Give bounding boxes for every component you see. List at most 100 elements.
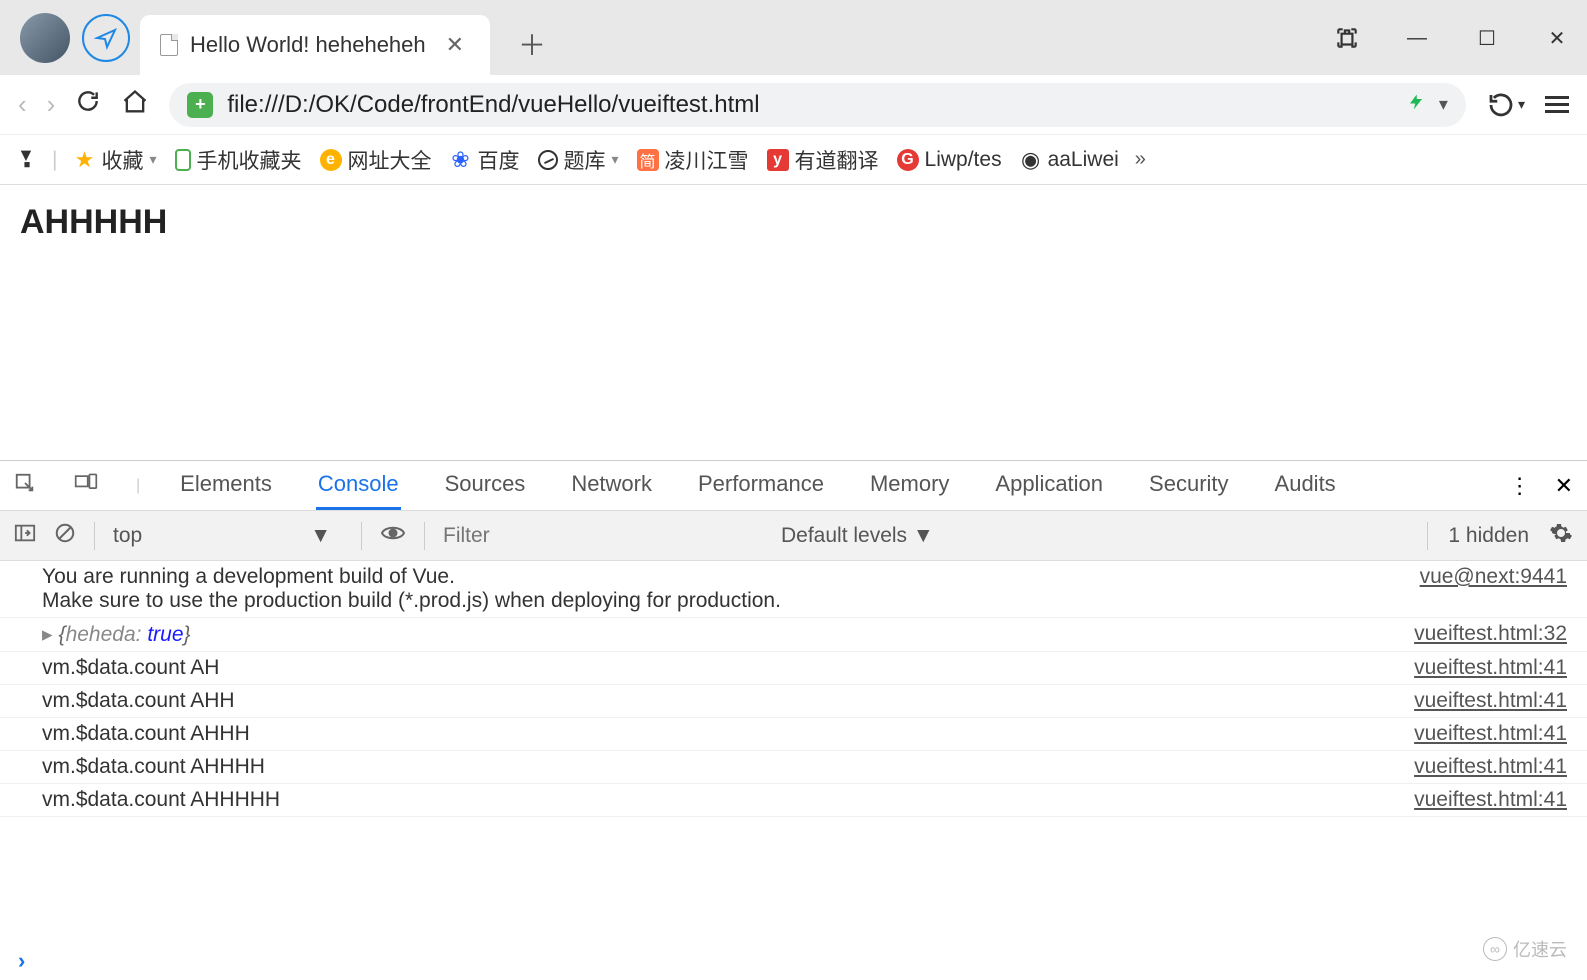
yd-icon: y (767, 149, 789, 171)
bookmark-label: aaLiwei (1048, 148, 1119, 172)
window-controls: — ☐ ✕ (1327, 18, 1577, 58)
360-icon: e (320, 149, 342, 171)
page-content: AHHHHH (0, 185, 1587, 460)
minimize-button[interactable]: — (1397, 18, 1437, 58)
devtools-close-button[interactable]: ✕ (1555, 473, 1573, 499)
devtools-tab-performance[interactable]: Performance (696, 461, 826, 510)
device-toggle-icon[interactable] (74, 472, 98, 500)
tab-close-button[interactable]: ✕ (446, 32, 464, 58)
console-row: vm.$data.count AHH vueiftest.html:41 (0, 685, 1587, 718)
console-message: vm.$data.count AHHHHH (42, 788, 280, 812)
jian-icon: 简 (637, 149, 659, 171)
bookmark-item-6[interactable]: y有道翻译 (767, 145, 879, 175)
devtools-tab-memory[interactable]: Memory (868, 461, 951, 510)
reload-button[interactable] (75, 88, 101, 121)
browser-tab[interactable]: Hello World! heheheheh ✕ (140, 15, 490, 75)
devtools-tab-audits[interactable]: Audits (1273, 461, 1338, 510)
console-source-link[interactable]: vueiftest.html:41 (1414, 689, 1567, 713)
console-message: vm.$data.count AH (42, 656, 219, 680)
console-source-link[interactable]: vueiftest.html:41 (1414, 788, 1567, 812)
bookmark-label: 百度 (478, 145, 520, 175)
url-bar[interactable]: + file:///D:/OK/Code/frontEnd/vueHello/v… (169, 83, 1466, 127)
separator (94, 522, 95, 550)
shield-icon: + (187, 92, 213, 118)
home-button[interactable] (121, 88, 149, 121)
close-window-button[interactable]: ✕ (1537, 18, 1577, 58)
forward-button[interactable]: › (47, 89, 56, 120)
console-source-link[interactable]: vueiftest.html:41 (1414, 755, 1567, 779)
bookmark-label: 收藏 (101, 145, 143, 175)
console-source-link[interactable]: vueiftest.html:41 (1414, 656, 1567, 680)
console-prompt[interactable]: › (0, 942, 1587, 980)
bookmark-label: 凌川江雪 (665, 145, 749, 175)
devtools-tab-console[interactable]: Console (316, 461, 401, 510)
devtools-panel: | Elements Console Sources Network Performan… (0, 460, 1587, 980)
undo-button[interactable]: ▾ (1486, 90, 1525, 120)
console-row: vm.$data.count AHHHH vueiftest.html:41 (0, 751, 1587, 784)
console-row: vm.$data.count AHHH vueiftest.html:41 (0, 718, 1587, 751)
devtools-tab-security[interactable]: Security (1147, 461, 1230, 510)
bookmark-item-5[interactable]: 简凌川江雪 (637, 145, 749, 175)
hidden-count[interactable]: 1 hidden (1448, 524, 1529, 548)
devtools-tab-elements[interactable]: Elements (178, 461, 274, 510)
bookmark-item-7[interactable]: G Liwp/tes (897, 148, 1002, 172)
menu-button[interactable] (1545, 92, 1569, 117)
sidebar-toggle-icon[interactable]: ▸▪ (15, 151, 40, 169)
console-message: vm.$data.count AHHH (42, 722, 250, 746)
clear-console-button[interactable] (54, 522, 76, 550)
bookmark-item-1[interactable]: 手机收藏夹 (175, 145, 302, 175)
console-output: You are running a development build of V… (0, 561, 1587, 942)
url-text: file:///D:/OK/Code/frontEnd/vueHello/vue… (227, 91, 759, 119)
bookmark-label: 手机收藏夹 (197, 145, 302, 175)
console-toolbar: top ▼ Default levels ▼ 1 hidden (0, 511, 1587, 561)
url-dropdown-icon[interactable]: ▾ (1439, 94, 1448, 115)
gh-icon: ◉ (1020, 149, 1042, 171)
bookmark-item-8[interactable]: ◉ aaLiwei (1020, 148, 1119, 172)
devtools-more-icon[interactable]: ⋮ (1509, 473, 1531, 499)
console-row: You are running a development build of V… (0, 561, 1587, 618)
console-source-link[interactable]: vueiftest.html:32 (1414, 622, 1567, 646)
devtools-tabbar: | Elements Console Sources Network Performan… (0, 461, 1587, 511)
console-message: ▸{heheda: true} (42, 622, 191, 647)
context-label: top (113, 524, 142, 548)
g-icon: G (897, 149, 919, 171)
separator: | (136, 477, 140, 495)
bookmark-item-4[interactable]: 题库 ▾ (538, 145, 619, 175)
devtools-tab-network[interactable]: Network (569, 461, 654, 510)
bookmark-item-3[interactable]: ❀百度 (450, 145, 520, 175)
gear-icon[interactable] (1549, 521, 1573, 551)
bolt-icon[interactable] (1407, 91, 1425, 119)
navigator-icon[interactable] (82, 14, 130, 62)
back-button[interactable]: ‹ (18, 89, 27, 120)
context-selector[interactable]: top ▼ (113, 524, 343, 548)
console-row: vm.$data.count AHHHHH vueiftest.html:41 (0, 784, 1587, 817)
new-tab-button[interactable]: ＋ (518, 24, 546, 64)
console-row: vm.$data.count AH vueiftest.html:41 (0, 652, 1587, 685)
bookmark-label: 题库 (564, 145, 606, 175)
separator (424, 522, 425, 550)
devtools-tab-sources[interactable]: Sources (443, 461, 528, 510)
console-message: vm.$data.count AHH (42, 689, 235, 713)
devtools-tab-application[interactable]: Application (993, 461, 1105, 510)
console-source-link[interactable]: vue@next:9441 (1420, 565, 1567, 589)
console-message: vm.$data.count AHHHH (42, 755, 265, 779)
more-bookmarks-button[interactable]: » (1135, 148, 1146, 171)
tab-title: Hello World! heheheheh (190, 32, 426, 58)
extension-icon[interactable] (1327, 18, 1367, 58)
star-icon: ★ (73, 149, 95, 171)
bookmark-label: Liwp/tes (925, 148, 1002, 172)
bookmark-item-0[interactable]: ★收藏 ▾ (73, 145, 156, 175)
bookmark-item-2[interactable]: e网址大全 (320, 145, 432, 175)
page-heading: AHHHHH (20, 203, 1567, 242)
console-source-link[interactable]: vueiftest.html:41 (1414, 722, 1567, 746)
inspect-icon[interactable] (14, 472, 36, 500)
separator: | (52, 148, 57, 172)
chevron-down-icon: ▼ (310, 524, 331, 548)
avatar[interactable] (20, 13, 70, 63)
eye-icon[interactable] (380, 523, 406, 549)
log-levels-selector[interactable]: Default levels ▼ (781, 524, 934, 548)
maximize-button[interactable]: ☐ (1467, 18, 1507, 58)
bookmarks-bar: ▸▪ | ★收藏 ▾手机收藏夹e网址大全❀百度题库 ▾简凌川江雪y有道翻译GLi… (0, 135, 1587, 185)
filter-input[interactable] (443, 524, 763, 548)
console-sidebar-toggle-icon[interactable] (14, 523, 36, 549)
